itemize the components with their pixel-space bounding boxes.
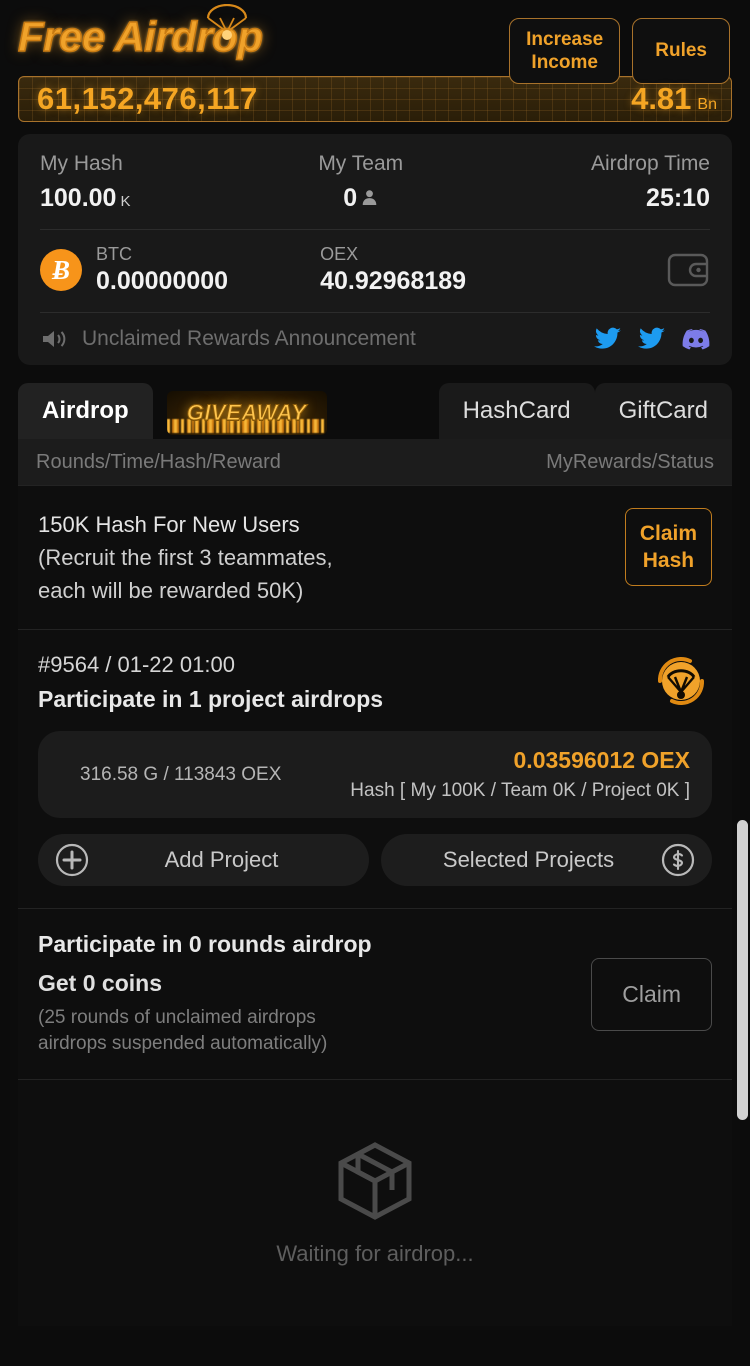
claim-note-line1: (25 rounds of unclaimed airdrops bbox=[38, 1007, 316, 1028]
stats-divider-1 bbox=[40, 229, 710, 230]
reward-details: 0.03596012 OEX Hash [ My 100K / Team 0K … bbox=[350, 747, 690, 802]
cube-box-icon bbox=[338, 1142, 412, 1220]
project-buttons: Add Project Selected Projects bbox=[38, 834, 712, 886]
app-header: Free Airdrop Increase Income Rules bbox=[0, 0, 750, 84]
rules-button[interactable]: Rules bbox=[632, 18, 730, 84]
subheader-right: MyRewards/Status bbox=[546, 450, 714, 473]
social-links bbox=[594, 327, 710, 351]
stat-my-team[interactable]: My Team 0 bbox=[318, 152, 403, 213]
header-actions: Increase Income Rules bbox=[509, 8, 730, 84]
promo-text: 150K Hash For New Users (Recruit the fir… bbox=[38, 508, 625, 607]
tab-bar: Airdrop GIVEAWAY HashCard GiftCard bbox=[0, 379, 750, 439]
claim-coins-line: Get 0 coins bbox=[38, 970, 162, 996]
round-id-time: #9564 / 01-22 01:00 bbox=[38, 652, 235, 677]
claim-info: Participate in 0 rounds airdrop Get 0 co… bbox=[38, 931, 591, 1057]
stats-top-row: My Hash 100.00 K My Team 0 Airdrop Time bbox=[40, 152, 710, 213]
stat-my-hash: My Hash 100.00 K bbox=[40, 152, 130, 213]
my-hash-unit: K bbox=[120, 193, 131, 210]
app-logo-text: Free Airdrop bbox=[17, 12, 263, 61]
promo-line-3: each will be rewarded 50K) bbox=[38, 578, 304, 603]
person-icon bbox=[362, 190, 377, 205]
announcement-text: Unclaimed Rewards Announcement bbox=[82, 327, 416, 350]
reward-hash-breakdown: Hash [ My 100K / Team 0K / Project 0K ] bbox=[350, 780, 690, 801]
btc-label: BTC bbox=[96, 244, 132, 264]
round-titles: #9564 / 01-22 01:00 Participate in 1 pro… bbox=[38, 652, 383, 713]
tab-airdrop[interactable]: Airdrop bbox=[18, 383, 153, 439]
oex-amount: 40.92968189 bbox=[320, 267, 467, 295]
airdrop-list-panel: 150K Hash For New Users (Recruit the fir… bbox=[18, 485, 732, 1326]
claim-hash-button[interactable]: Claim Hash bbox=[624, 508, 712, 586]
stat-airdrop-time: Airdrop Time 25:10 bbox=[591, 152, 710, 213]
increase-income-line2: Income bbox=[531, 52, 598, 73]
promo-line-1: 150K Hash For New Users bbox=[38, 512, 300, 537]
my-hash-label: My Hash bbox=[40, 152, 123, 175]
btc-amount: 0.00000000 bbox=[96, 267, 229, 295]
my-hash-value: 100.00 bbox=[40, 184, 117, 212]
speaker-icon bbox=[43, 331, 66, 347]
ticker-total: 61,152,476,117 bbox=[37, 81, 258, 116]
plus-circle-icon bbox=[55, 843, 89, 877]
ticker-rate-group: 4.81 Bn bbox=[631, 81, 717, 117]
claim-button[interactable]: Claim bbox=[591, 957, 712, 1031]
claim-rounds-line: Participate in 0 rounds airdrop bbox=[38, 931, 372, 957]
increase-income-line1: Increase bbox=[526, 29, 604, 50]
airdrop-parachute-icon bbox=[657, 657, 705, 705]
twitter-icon[interactable] bbox=[594, 327, 622, 351]
tab-giveaway-label: GIVEAWAY bbox=[186, 400, 307, 426]
my-team-value: 0 bbox=[343, 184, 358, 212]
reward-box: 316.58 G / 113843 OEX 0.03596012 OEX Has… bbox=[38, 731, 712, 818]
airdrop-time-label: Airdrop Time bbox=[590, 152, 710, 175]
round-header: #9564 / 01-22 01:00 Participate in 1 pro… bbox=[38, 652, 712, 713]
stats-divider-2 bbox=[40, 312, 710, 313]
empty-state: Waiting for airdrop... bbox=[36, 1080, 714, 1326]
stats-card: My Hash 100.00 K My Team 0 Airdrop Time bbox=[18, 134, 732, 365]
round-description: Participate in 1 project airdrops bbox=[38, 686, 384, 712]
claim-note-line2: airdrops suspended automatically) bbox=[38, 1033, 328, 1054]
tab-hashcard[interactable]: HashCard bbox=[438, 383, 595, 439]
my-team-label: My Team bbox=[318, 152, 404, 175]
claim-hash-line1: Claim bbox=[639, 522, 697, 545]
round-row: #9564 / 01-22 01:00 Participate in 1 pro… bbox=[18, 630, 732, 909]
claim-hash-line2: Hash bbox=[642, 549, 695, 572]
list-subheader: Rounds/Time/Hash/Reward MyRewards/Status bbox=[18, 439, 732, 485]
selected-projects-button[interactable]: Selected Projects bbox=[381, 834, 712, 886]
balances-row: Ƀ BTC 0.00000000 OEX 40.92968189 bbox=[40, 244, 710, 296]
dollar-circle-icon bbox=[661, 843, 695, 877]
claim-row: Participate in 0 rounds airdrop Get 0 co… bbox=[18, 909, 732, 1080]
tab-giveaway[interactable]: GIVEAWAY bbox=[166, 391, 327, 435]
selected-projects-label: Selected Projects bbox=[442, 847, 615, 872]
scrollbar-track[interactable] bbox=[736, 0, 750, 1366]
subheader-left: Rounds/Time/Hash/Reward bbox=[36, 450, 281, 473]
wallet-icon[interactable] bbox=[666, 250, 710, 290]
empty-state-text: Waiting for airdrop... bbox=[276, 1241, 474, 1266]
ticker-rate: 4.81 bbox=[631, 81, 692, 116]
my-hash-value-group: 100.00 K bbox=[40, 184, 130, 213]
announcement-row[interactable]: Unclaimed Rewards Announcement bbox=[40, 327, 710, 351]
scrollbar-thumb[interactable] bbox=[737, 820, 748, 1120]
app-root: Free Airdrop Increase Income Rules 61,15… bbox=[0, 0, 750, 1366]
airdrop-time-value: 25:10 bbox=[646, 184, 710, 212]
oex-label: OEX bbox=[320, 244, 359, 264]
promo-line-2: (Recruit the first 3 teammates, bbox=[38, 545, 333, 570]
promo-row: 150K Hash For New Users (Recruit the fir… bbox=[18, 486, 732, 630]
add-project-label: Add Project bbox=[164, 847, 279, 872]
balance-btc: BTC 0.00000000 bbox=[96, 244, 228, 296]
ticker-unit: Bn bbox=[697, 96, 717, 113]
app-logo: Free Airdrop bbox=[17, 4, 264, 66]
bitcoin-icon: Ƀ bbox=[40, 249, 82, 291]
twitter-icon[interactable] bbox=[638, 327, 666, 351]
reward-amount: 0.03596012 OEX bbox=[513, 747, 690, 773]
my-team-value-group: 0 bbox=[343, 184, 378, 213]
reward-pool: 316.58 G / 113843 OEX bbox=[80, 763, 282, 785]
add-project-button[interactable]: Add Project bbox=[38, 834, 369, 886]
discord-icon[interactable] bbox=[682, 327, 710, 351]
increase-income-button[interactable]: Increase Income bbox=[509, 18, 621, 84]
balance-oex: OEX 40.92968189 bbox=[320, 244, 466, 296]
tab-giftcard[interactable]: GiftCard bbox=[594, 383, 732, 439]
